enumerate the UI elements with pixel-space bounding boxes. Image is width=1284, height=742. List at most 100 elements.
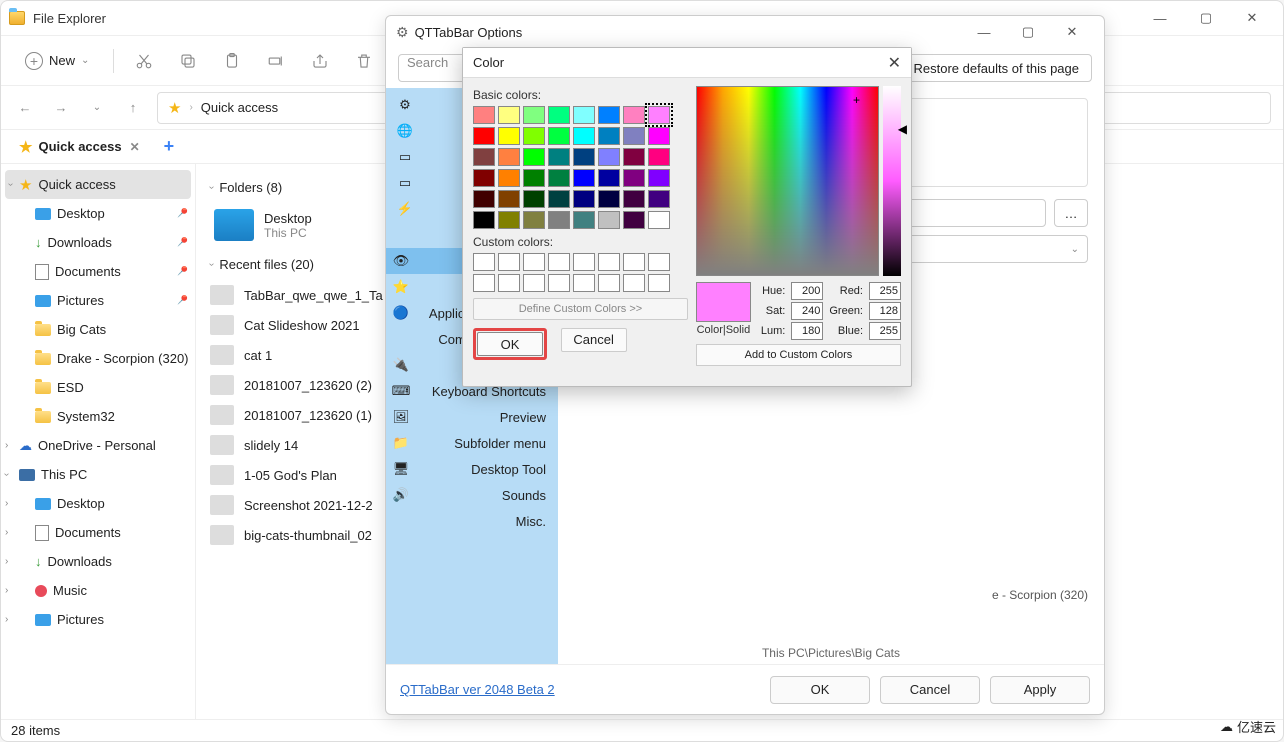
sidebar-item-sounds[interactable]: 🔊Sounds [386, 482, 558, 508]
paste-button[interactable] [214, 43, 250, 79]
color-cancel-button[interactable]: Cancel [561, 328, 627, 352]
color-swatch[interactable] [573, 106, 595, 124]
version-link[interactable]: QTTabBar ver 2048 Beta 2 [400, 682, 555, 697]
color-swatch[interactable] [498, 169, 520, 187]
custom-swatch[interactable] [548, 253, 570, 271]
color-swatch[interactable] [498, 127, 520, 145]
color-swatch[interactable] [623, 190, 645, 208]
blue-input[interactable] [869, 322, 901, 340]
close-button[interactable]: ✕ [1229, 3, 1275, 33]
custom-swatch[interactable] [473, 274, 495, 292]
luminance-slider[interactable]: ◀ [883, 86, 901, 276]
custom-swatch[interactable] [598, 253, 620, 271]
restore-defaults-button[interactable]: Restore defaults of this page [901, 54, 1093, 82]
color-swatch[interactable] [623, 211, 645, 229]
color-swatch[interactable] [623, 106, 645, 124]
color-swatch[interactable] [498, 106, 520, 124]
color-swatch[interactable] [623, 169, 645, 187]
tree-node-music[interactable]: ›Music [1, 576, 195, 605]
tree-node-big-cats[interactable]: Big Cats [1, 315, 195, 344]
tree-node-this-pc[interactable]: ›This PC [1, 460, 195, 489]
more-button[interactable]: … [1054, 199, 1088, 227]
color-swatch[interactable] [473, 169, 495, 187]
close-button[interactable]: ✕ [1050, 18, 1094, 46]
tree-node-documents[interactable]: Documents📍 [1, 257, 195, 286]
color-swatch[interactable] [598, 211, 620, 229]
color-swatch[interactable] [498, 148, 520, 166]
color-swatch[interactable] [523, 211, 545, 229]
sat-input[interactable] [791, 302, 823, 320]
tab-close-icon[interactable]: ✕ [130, 140, 140, 154]
color-swatch[interactable] [548, 169, 570, 187]
color-swatch[interactable] [523, 169, 545, 187]
color-swatch[interactable] [598, 106, 620, 124]
custom-swatch[interactable] [573, 253, 595, 271]
color-swatch[interactable] [498, 190, 520, 208]
tree-node-desktop[interactable]: ›Desktop [1, 489, 195, 518]
tree-node-system32[interactable]: System32 [1, 402, 195, 431]
color-swatch[interactable] [573, 148, 595, 166]
color-swatch[interactable] [523, 127, 545, 145]
color-swatch[interactable] [523, 190, 545, 208]
custom-swatch[interactable] [573, 274, 595, 292]
color-swatch[interactable] [573, 190, 595, 208]
custom-swatch[interactable] [523, 253, 545, 271]
tree-node-desktop[interactable]: Desktop📍 [1, 199, 195, 228]
color-swatch[interactable] [648, 190, 670, 208]
delete-button[interactable] [346, 43, 382, 79]
color-swatch[interactable] [573, 211, 595, 229]
tree-node-documents[interactable]: ›Documents [1, 518, 195, 547]
add-to-custom-button[interactable]: Add to Custom Colors [696, 344, 901, 366]
tree-node-downloads[interactable]: ↓Downloads📍 [1, 228, 195, 257]
color-swatch[interactable] [623, 127, 645, 145]
color-swatch[interactable] [648, 169, 670, 187]
cut-button[interactable] [126, 43, 162, 79]
close-icon[interactable]: ✕ [888, 53, 901, 73]
minimize-button[interactable]: — [962, 18, 1006, 46]
new-tab-button[interactable]: + [164, 136, 175, 157]
tab-quick-access[interactable]: ★ Quick access ✕ [11, 134, 148, 160]
color-swatch[interactable] [548, 190, 570, 208]
custom-swatch[interactable] [523, 274, 545, 292]
maximize-button[interactable]: ▢ [1183, 3, 1229, 33]
color-ok-button[interactable]: OK [477, 332, 543, 356]
share-button[interactable] [302, 43, 338, 79]
custom-swatch[interactable] [498, 253, 520, 271]
color-swatch[interactable] [473, 148, 495, 166]
tree-node-downloads[interactable]: ›↓Downloads [1, 547, 195, 576]
custom-swatch[interactable] [498, 274, 520, 292]
color-swatch[interactable] [648, 211, 670, 229]
color-swatch[interactable] [523, 148, 545, 166]
color-swatch[interactable] [598, 169, 620, 187]
tree-node-drake-scorpion-320-[interactable]: Drake - Scorpion (320) [1, 344, 195, 373]
forward-button[interactable]: → [49, 96, 73, 120]
custom-swatch[interactable] [623, 274, 645, 292]
rename-button[interactable] [258, 43, 294, 79]
color-swatch[interactable] [598, 148, 620, 166]
color-swatch[interactable] [623, 148, 645, 166]
hue-input[interactable] [791, 282, 823, 300]
color-swatch[interactable] [648, 106, 670, 124]
color-swatch[interactable] [648, 127, 670, 145]
tree-node-onedrive-personal[interactable]: ›☁OneDrive - Personal [1, 431, 195, 460]
sidebar-item-misc-[interactable]: Misc. [386, 508, 558, 534]
tree-node-pictures[interactable]: Pictures📍 [1, 286, 195, 315]
color-swatch[interactable] [473, 106, 495, 124]
color-swatch[interactable] [573, 127, 595, 145]
color-swatch[interactable] [548, 127, 570, 145]
back-button[interactable]: ← [13, 96, 37, 120]
color-swatch[interactable] [548, 106, 570, 124]
cancel-button[interactable]: Cancel [880, 676, 980, 704]
apply-button[interactable]: Apply [990, 676, 1090, 704]
define-custom-colors-button[interactable]: Define Custom Colors >> [473, 298, 688, 320]
custom-swatch[interactable] [548, 274, 570, 292]
custom-swatch[interactable] [623, 253, 645, 271]
sidebar-item-desktop-tool[interactable]: 🖥Desktop Tool [386, 456, 558, 482]
color-swatch[interactable] [498, 211, 520, 229]
new-button[interactable]: + New ⌄ [13, 46, 101, 76]
maximize-button[interactable]: ▢ [1006, 18, 1050, 46]
custom-swatch[interactable] [648, 253, 670, 271]
tree-node-esd[interactable]: ESD [1, 373, 195, 402]
tree-node-pictures[interactable]: ›Pictures [1, 605, 195, 634]
color-swatch[interactable] [473, 190, 495, 208]
